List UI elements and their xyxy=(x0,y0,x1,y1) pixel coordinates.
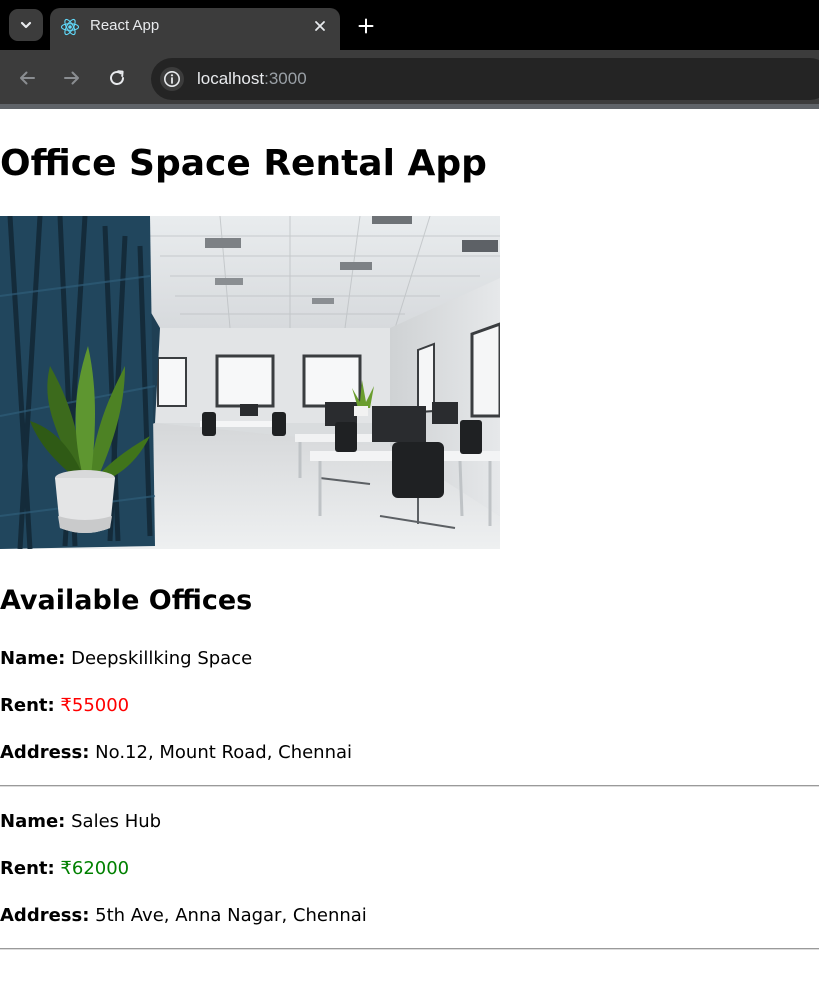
close-icon xyxy=(315,21,325,31)
office-2-rent: Rent: ₹62000 xyxy=(0,858,129,880)
tab-close-button[interactable] xyxy=(310,16,330,36)
name-label: Name: xyxy=(0,811,66,832)
rent-label: Rent: xyxy=(0,695,55,716)
office-2-address: Address: 5th Ave, Anna Nagar, Chennai xyxy=(0,905,367,927)
office-rent-value: ₹55000 xyxy=(60,695,130,716)
reload-button[interactable] xyxy=(103,64,131,92)
tab-strip: React App xyxy=(0,0,819,50)
toolbar: localhost:3000 xyxy=(0,50,819,104)
office-1-name: Name: Deepskillking Space xyxy=(0,648,252,670)
address-label: Address: xyxy=(0,905,90,926)
office-divider xyxy=(0,948,819,950)
office-name-value: Deepskillking Space xyxy=(71,648,253,669)
office-rent-value: ₹62000 xyxy=(60,858,130,879)
office-1-rent: Rent: ₹55000 xyxy=(0,695,129,717)
office-1-address: Address: No.12, Mount Road, Chennai xyxy=(0,742,352,764)
browser-chrome: React App localhost:3000 xyxy=(0,0,819,109)
name-label: Name: xyxy=(0,648,66,669)
url-text: localhost:3000 xyxy=(197,69,307,89)
office-2-name: Name: Sales Hub xyxy=(0,811,161,833)
office-illustration xyxy=(0,216,500,549)
tab-react-app[interactable]: React App xyxy=(50,8,340,50)
address-label: Address: xyxy=(0,742,90,763)
url-port: :3000 xyxy=(264,69,307,88)
arrow-right-icon xyxy=(64,71,79,85)
back-button[interactable] xyxy=(13,64,41,92)
new-tab-button[interactable] xyxy=(354,14,378,38)
info-icon xyxy=(164,71,180,87)
forward-button[interactable] xyxy=(58,64,86,92)
tab-search-button[interactable] xyxy=(9,9,43,41)
office-divider xyxy=(0,785,819,787)
arrow-left-icon xyxy=(20,71,35,85)
plus-icon xyxy=(358,18,374,34)
address-bar[interactable]: localhost:3000 xyxy=(151,58,819,100)
office-name-value: Sales Hub xyxy=(71,811,162,832)
office-image xyxy=(0,216,500,549)
react-icon xyxy=(60,18,80,36)
rent-label: Rent: xyxy=(0,858,55,879)
office-address-value: 5th Ave, Anna Nagar, Chennai xyxy=(95,905,367,926)
chevron-down-icon xyxy=(20,21,32,29)
available-offices-heading: Available Offices xyxy=(0,585,253,616)
site-info-button[interactable] xyxy=(160,67,184,91)
page-content: Office Space Rental App Available Office… xyxy=(0,109,819,999)
reload-icon xyxy=(110,70,124,85)
tab-title: React App xyxy=(90,17,160,34)
page-title: Office Space Rental App xyxy=(0,143,487,184)
office-address-value: No.12, Mount Road, Chennai xyxy=(95,742,353,763)
url-host: localhost xyxy=(197,69,265,88)
